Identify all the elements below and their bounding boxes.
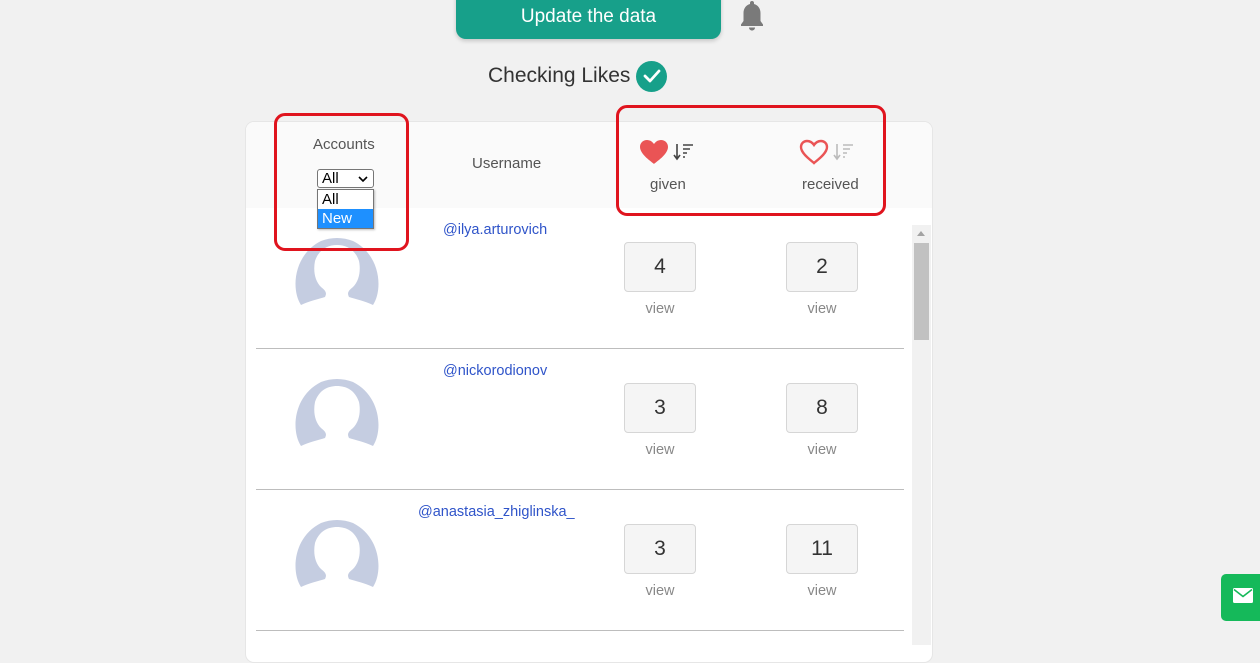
view-given-link[interactable]: view bbox=[624, 442, 696, 458]
sort-by-given-button[interactable] bbox=[639, 139, 695, 170]
sort-desc-icon bbox=[833, 142, 855, 167]
accounts-filter-dropdown: All New bbox=[317, 189, 374, 229]
page-title-text: Checking Likes bbox=[488, 64, 631, 87]
given-count[interactable]: 3 bbox=[624, 524, 696, 574]
accounts-filter-select[interactable]: All bbox=[317, 169, 374, 188]
table-row: @nickorodionov 3 view 8 view bbox=[256, 349, 904, 490]
table-row: @anastasia_zhiglinska_ 3 view 11 view bbox=[256, 490, 904, 631]
view-given-link[interactable]: view bbox=[624, 301, 696, 317]
page-title: Checking Likes bbox=[488, 60, 668, 92]
view-received-link[interactable]: view bbox=[786, 583, 858, 599]
envelope-icon bbox=[1233, 587, 1253, 608]
received-count[interactable]: 2 bbox=[786, 242, 858, 292]
given-label: given bbox=[650, 176, 686, 193]
heart-filled-icon bbox=[639, 139, 669, 170]
given-count[interactable]: 3 bbox=[624, 383, 696, 433]
accounts-option-all[interactable]: All bbox=[318, 190, 373, 209]
update-data-button[interactable]: Update the data bbox=[456, 0, 721, 39]
received-column: received bbox=[799, 139, 859, 193]
received-count[interactable]: 8 bbox=[786, 383, 858, 433]
accounts-option-new[interactable]: New bbox=[318, 209, 373, 228]
username-column-label: Username bbox=[472, 155, 542, 172]
view-received-link[interactable]: view bbox=[786, 442, 858, 458]
view-given-link[interactable]: view bbox=[624, 583, 696, 599]
username-link[interactable]: @nickorodionov bbox=[443, 363, 547, 379]
list-scrollbar[interactable] bbox=[912, 225, 931, 645]
heart-outline-icon bbox=[799, 139, 829, 170]
scrollbar-thumb[interactable] bbox=[914, 243, 929, 340]
accounts-column-label: Accounts bbox=[313, 136, 375, 153]
avatar bbox=[291, 376, 383, 471]
received-count[interactable]: 11 bbox=[786, 524, 858, 574]
table-row: @ilya.arturovich 4 view 2 view bbox=[256, 208, 904, 349]
scroll-up-arrow-icon[interactable] bbox=[917, 231, 925, 236]
sort-desc-icon bbox=[673, 142, 695, 167]
avatar bbox=[291, 235, 383, 330]
accounts-list: @ilya.arturovich 4 view 2 view @nickorod… bbox=[256, 208, 904, 662]
accounts-filter-value: All bbox=[322, 170, 339, 187]
username-link[interactable]: @anastasia_zhiglinska_ bbox=[418, 504, 575, 520]
given-column: given bbox=[639, 139, 695, 193]
likes-table-card: Accounts All Username given received @il… bbox=[245, 121, 933, 663]
bell-icon[interactable] bbox=[738, 0, 766, 32]
avatar bbox=[291, 517, 383, 612]
view-received-link[interactable]: view bbox=[786, 301, 858, 317]
sort-by-received-button[interactable] bbox=[799, 139, 859, 170]
given-count[interactable]: 4 bbox=[624, 242, 696, 292]
username-link[interactable]: @ilya.arturovich bbox=[443, 222, 547, 238]
contact-mail-button[interactable] bbox=[1221, 574, 1260, 621]
received-label: received bbox=[802, 176, 859, 193]
check-circle-icon bbox=[636, 60, 668, 92]
chevron-down-icon bbox=[358, 170, 368, 187]
